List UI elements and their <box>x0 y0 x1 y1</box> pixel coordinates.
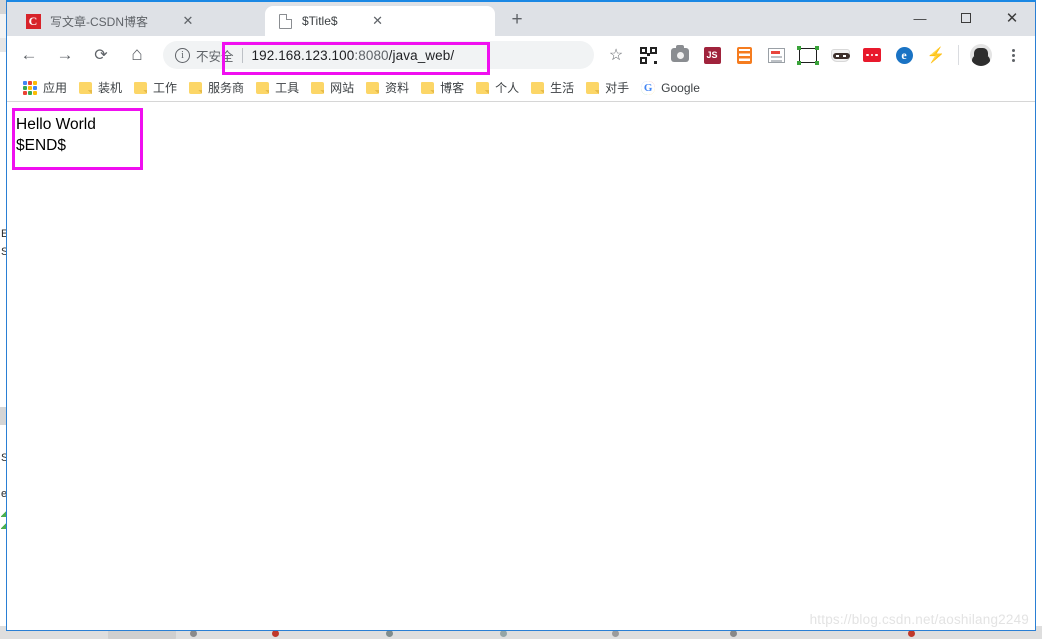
address-bar[interactable]: i 不安全 192.168.123.100:8080/java_web/ <box>163 41 594 69</box>
reload-button[interactable]: ⟳ <box>86 40 116 70</box>
list-icon[interactable] <box>731 42 757 68</box>
bookmark-label: 对手 <box>605 81 630 95</box>
page-content-text: Hello World $END$ <box>16 116 96 154</box>
bookmark-folder-7[interactable]: 个人 <box>470 76 525 99</box>
taskbar-icon[interactable] <box>500 630 507 637</box>
bookmark-folder-0[interactable]: 装机 <box>73 76 128 99</box>
bookmark-google[interactable]: Google <box>635 78 706 98</box>
home-button[interactable]: ⌂ <box>122 40 152 70</box>
bookmark-folder-1[interactable]: 工作 <box>128 76 183 99</box>
folder-icon <box>256 81 270 94</box>
forward-button[interactable]: → <box>50 40 80 70</box>
bookmark-label: 博客 <box>440 81 465 95</box>
tab-close-button[interactable]: ✕ <box>178 11 198 31</box>
info-icon: i <box>175 47 190 63</box>
chrome-menu-icon[interactable] <box>1000 42 1026 68</box>
maximize-button[interactable] <box>943 2 989 34</box>
apps-grid-icon <box>23 80 37 95</box>
back-button[interactable]: ← <box>14 40 44 70</box>
qr-code-icon[interactable] <box>635 42 661 68</box>
watermark-text: https://blog.csdn.net/aoshilang2249 <box>809 612 1029 627</box>
tab-strip: C 写文章-CSDN博客 ✕ $Title$ ✕ + — ✕ <box>7 2 1035 36</box>
bookmark-folder-5[interactable]: 资料 <box>360 76 415 99</box>
bookmark-label: 装机 <box>98 81 123 95</box>
folder-icon <box>366 81 380 94</box>
url-port: :8080 <box>354 47 389 63</box>
tab-csdn[interactable]: C 写文章-CSDN博客 ✕ <box>13 6 263 36</box>
folder-icon <box>531 81 545 94</box>
close-button[interactable]: ✕ <box>989 2 1035 34</box>
screenshot-crop-icon[interactable] <box>795 42 821 68</box>
toolbar-separator <box>958 45 959 65</box>
bookmark-apps[interactable]: 应用 <box>17 76 73 99</box>
avatar[interactable] <box>968 42 994 68</box>
camera-icon[interactable] <box>667 42 693 68</box>
folder-icon <box>586 81 600 94</box>
new-tab-button[interactable]: + <box>503 6 531 34</box>
bookmark-label: 应用 <box>43 81 68 95</box>
bookmark-label: Google <box>661 80 700 95</box>
note-icon[interactable] <box>763 42 789 68</box>
tab-title: 写文章-CSDN博客 <box>50 14 148 29</box>
omnibox-separator <box>241 47 243 63</box>
omnibox-wrapper: i 不安全 192.168.123.100:8080/java_web/ <box>163 41 594 69</box>
minimize-button[interactable]: — <box>897 2 943 34</box>
tab-title: $Title$ <box>302 14 338 28</box>
bookmark-folder-2[interactable]: 服务商 <box>183 76 250 99</box>
browser-window: C 写文章-CSDN博客 ✕ $Title$ ✕ + — ✕ ← → ⟳ ⌂ i… <box>6 0 1036 631</box>
red-dots-icon[interactable] <box>859 42 885 68</box>
folder-icon <box>189 81 203 94</box>
csdn-favicon: C <box>25 13 41 29</box>
bookmark-label: 网站 <box>330 81 355 95</box>
lightning-icon[interactable]: ⚡ <box>923 42 949 68</box>
folder-icon <box>311 81 325 94</box>
folder-icon <box>134 81 148 94</box>
bookmark-star-icon[interactable]: ☆ <box>603 42 629 68</box>
bookmark-label: 服务商 <box>208 81 245 95</box>
e-circle-icon[interactable]: e <box>891 42 917 68</box>
bookmark-folder-9[interactable]: 对手 <box>580 76 635 99</box>
taskbar-icon[interactable] <box>272 630 279 637</box>
bookmark-label: 生活 <box>550 81 575 95</box>
js-icon[interactable]: JS <box>699 42 725 68</box>
tab-close-button[interactable]: ✕ <box>368 11 388 31</box>
tab-title-page[interactable]: $Title$ ✕ <box>265 6 495 36</box>
bookmark-folder-3[interactable]: 工具 <box>250 76 305 99</box>
bookmark-label: 工作 <box>153 81 178 95</box>
bookmark-label: 工具 <box>275 81 300 95</box>
folder-icon <box>476 81 490 94</box>
window-controls: — ✕ <box>897 2 1035 34</box>
url-text: 192.168.123.100:8080/java_web/ <box>252 48 455 63</box>
bookmark-label: 资料 <box>385 81 410 95</box>
url-host: 192.168.123.100 <box>251 47 355 63</box>
taskbar-icon[interactable] <box>190 630 197 637</box>
document-favicon <box>277 13 293 29</box>
page-viewport: Hello World $END$ https://blog.csdn.net/… <box>7 102 1035 630</box>
bookmark-label: 个人 <box>495 81 520 95</box>
taskbar-icon[interactable] <box>730 630 737 637</box>
bookmarks-bar: 应用 装机 工作 服务商 工具 网站 资料 博客 个人 生活 对手 Google <box>7 74 1035 102</box>
browser-toolbar: ← → ⟳ ⌂ i 不安全 192.168.123.100:8080/java_… <box>7 36 1035 74</box>
url-path: /java_web/ <box>388 47 455 63</box>
folder-icon <box>421 81 435 94</box>
bookmark-folder-8[interactable]: 生活 <box>525 76 580 99</box>
bookmark-folder-6[interactable]: 博客 <box>415 76 470 99</box>
masked-face-icon[interactable] <box>827 42 853 68</box>
security-label: 不安全 <box>196 49 234 64</box>
security-indicator[interactable]: i 不安全 <box>175 46 242 65</box>
taskbar-icon[interactable] <box>908 630 915 637</box>
taskbar-icon[interactable] <box>386 630 393 637</box>
taskbar-icon[interactable] <box>612 630 619 637</box>
bookmark-folder-4[interactable]: 网站 <box>305 76 360 99</box>
google-icon <box>641 80 656 95</box>
folder-icon <box>79 81 93 94</box>
